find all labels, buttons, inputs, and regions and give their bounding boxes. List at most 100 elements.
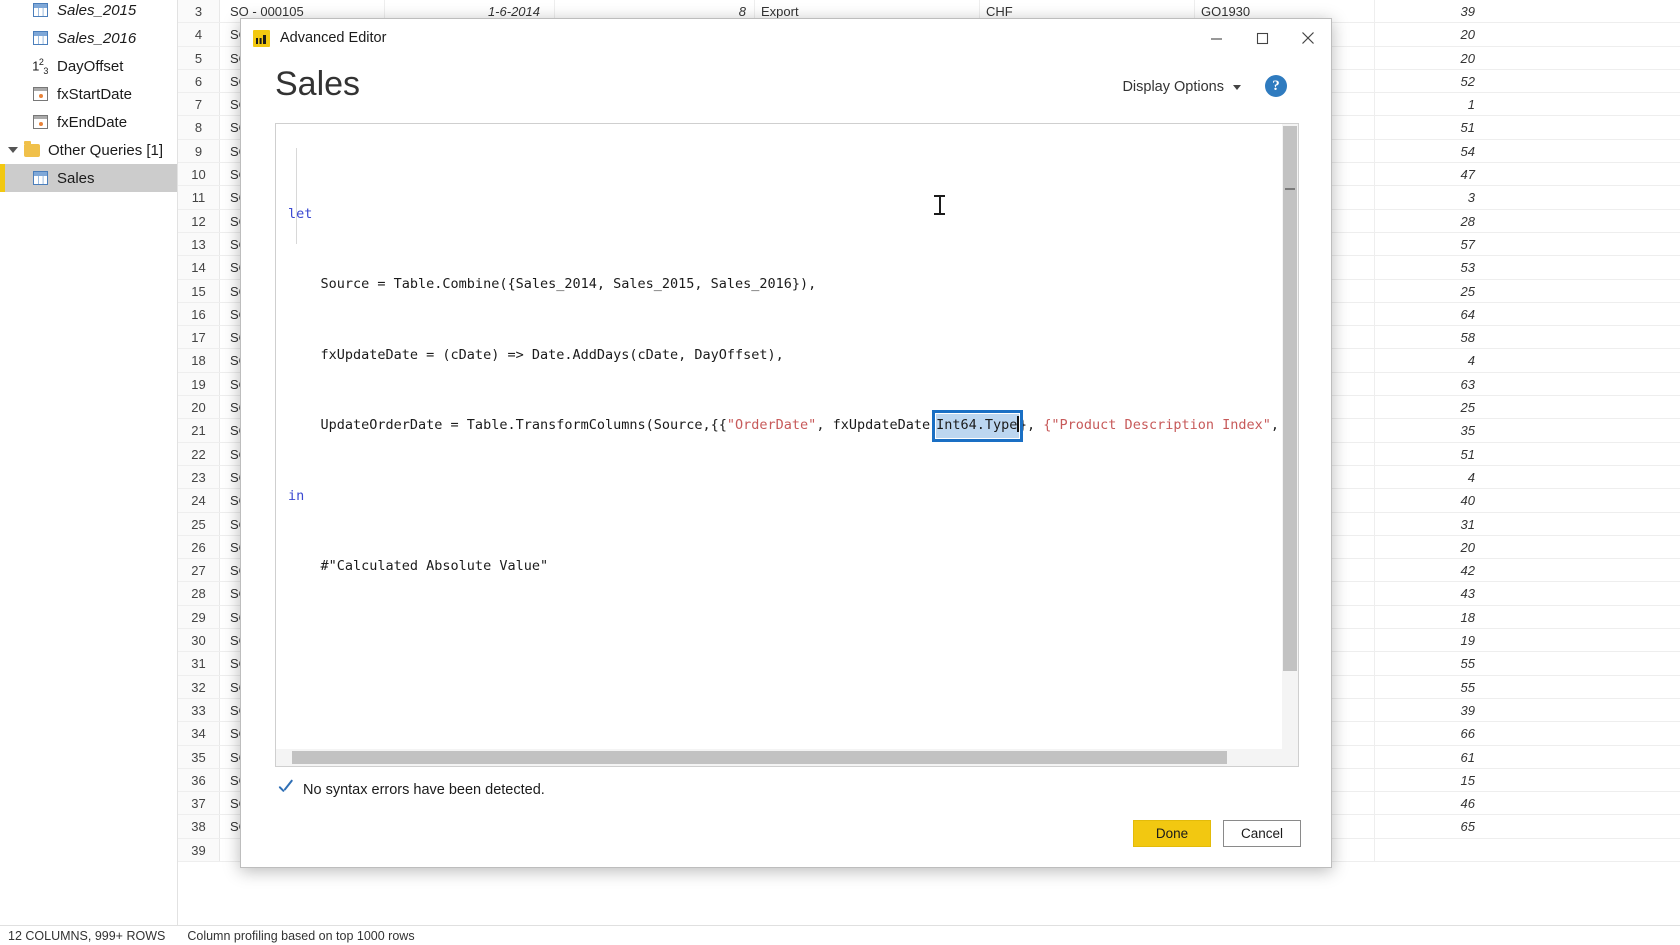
cell-index: 4 xyxy=(1467,353,1475,369)
cell-index: 3 xyxy=(1467,190,1475,206)
cell-index: 20 xyxy=(1460,50,1475,66)
selected-token-text: Int64.Type xyxy=(936,417,1018,433)
display-options-label: Display Options xyxy=(1122,79,1224,95)
table-icon xyxy=(30,171,50,185)
query-item-label: Sales_2015 xyxy=(57,1,137,19)
row-index: 25 xyxy=(178,512,220,535)
done-button[interactable]: Done xyxy=(1133,820,1211,847)
cell-index: 19 xyxy=(1460,633,1475,649)
row-index: 28 xyxy=(178,582,220,605)
query-group-label: Other Queries [1] xyxy=(48,141,164,159)
editor-horizontal-scrollbar[interactable] xyxy=(276,749,1282,766)
cell-index: 18 xyxy=(1460,609,1475,625)
code-line-6-text: #"Calculated Absolute Value" xyxy=(288,558,549,574)
help-icon[interactable]: ? xyxy=(1265,75,1287,97)
cell-index: 53 xyxy=(1460,260,1475,276)
selected-token-int64type[interactable]: Int64.Type xyxy=(932,410,1023,442)
cell-index: 58 xyxy=(1460,330,1475,346)
query-item-fxenddate[interactable]: fxEndDate xyxy=(0,108,177,136)
row-index: 26 xyxy=(178,535,220,559)
query-item-sales[interactable]: Sales xyxy=(0,164,177,192)
cell-index xyxy=(1375,839,1515,861)
cell-index: 15 xyxy=(1460,772,1475,788)
query-item-sales-2015[interactable]: Sales_2015 xyxy=(0,0,177,24)
row-index: 11 xyxy=(178,186,220,209)
row-index: 14 xyxy=(178,256,220,279)
cell-index: 55 xyxy=(1460,656,1475,672)
query-group-other-queries[interactable]: Other Queries [1] xyxy=(0,136,177,164)
code-line-3-text: fxUpdateDate = (cDate) => Date.AddDays(c… xyxy=(288,346,784,363)
cell-index: 40 xyxy=(1460,493,1475,509)
row-index: 39 xyxy=(178,838,220,861)
code-text[interactable]: let Source = Table.Combine({Sales_2014, … xyxy=(276,124,1282,749)
queries-pane: Sales_2015 Sales_2016 123 DayOffset fxSt… xyxy=(0,0,178,925)
row-index: 6 xyxy=(178,69,220,93)
query-item-label: DayOffset xyxy=(57,57,124,75)
row-index: 13 xyxy=(178,232,220,256)
code-string-product-description-index: {"Product Description Index" xyxy=(1035,417,1271,433)
row-index: 10 xyxy=(178,163,220,186)
query-item-dayoffset[interactable]: 123 DayOffset xyxy=(0,52,177,80)
query-item-fxstartdate[interactable]: fxStartDate xyxy=(0,80,177,108)
row-index: 36 xyxy=(178,768,220,792)
row-index: 9 xyxy=(178,139,220,163)
row-index: 34 xyxy=(178,722,220,745)
cell-index: 20 xyxy=(1460,27,1475,43)
cell-index: 47 xyxy=(1460,167,1475,183)
keyword-let: let xyxy=(288,205,313,222)
display-options-dropdown[interactable]: Display Options xyxy=(1122,79,1241,95)
cell-index: 57 xyxy=(1460,236,1475,252)
row-index: 3 xyxy=(178,0,220,23)
calendar-function-icon xyxy=(30,115,50,129)
code-line-6: #"Calculated Absolute Value" xyxy=(288,555,1282,579)
cell-index: 63 xyxy=(1460,376,1475,392)
cancel-button[interactable]: Cancel xyxy=(1223,820,1301,847)
horizontal-scrollbar-thumb[interactable] xyxy=(292,751,1227,764)
query-item-label: fxStartDate xyxy=(57,85,133,103)
vertical-scrollbar-thumb[interactable] xyxy=(1283,126,1297,671)
code-line-4-after-sel: }, xyxy=(1018,417,1036,433)
row-index: 37 xyxy=(178,792,220,815)
row-index: 20 xyxy=(178,396,220,419)
cell-index: 39 xyxy=(1460,4,1475,19)
code-line-5: in xyxy=(288,485,1282,509)
status-bar: 12 COLUMNS, 999+ ROWS Column profiling b… xyxy=(0,925,1680,945)
cell-index: 35 xyxy=(1460,423,1475,439)
check-icon xyxy=(277,781,294,798)
query-item-label: fxEndDate xyxy=(57,113,128,131)
code-line-1: let xyxy=(288,203,1282,227)
code-line-3: fxUpdateDate = (cDate) => Date.AddDays(c… xyxy=(288,344,1282,368)
query-item-sales-2016[interactable]: Sales_2016 xyxy=(0,24,177,52)
maximize-icon[interactable] xyxy=(1239,19,1285,57)
cell-index: 51 xyxy=(1460,446,1475,462)
cell-index: 64 xyxy=(1460,306,1475,322)
number-icon: 123 xyxy=(32,56,48,76)
chevron-down-icon xyxy=(1233,84,1241,90)
row-index: 17 xyxy=(178,326,220,349)
cell-index: 52 xyxy=(1460,73,1475,89)
dialog-titlebar[interactable]: Advanced Editor xyxy=(241,19,1331,57)
row-index: 32 xyxy=(178,675,220,698)
editor-vertical-scrollbar[interactable] xyxy=(1282,124,1298,749)
row-index: 4 xyxy=(178,23,220,46)
cell-index: 39 xyxy=(1460,702,1475,718)
power-bi-icon xyxy=(253,29,270,47)
row-index: 16 xyxy=(178,302,220,326)
collapse-triangle-icon[interactable] xyxy=(8,147,18,153)
cell-index: 1 xyxy=(1467,97,1475,113)
cell-index: 66 xyxy=(1460,726,1475,742)
cell-index: 20 xyxy=(1460,539,1475,555)
cell-index: 42 xyxy=(1460,563,1475,579)
cell-index: 25 xyxy=(1460,283,1475,299)
row-index: 23 xyxy=(178,465,220,489)
row-index: 8 xyxy=(178,116,220,139)
code-editor[interactable]: let Source = Table.Combine({Sales_2014, … xyxy=(275,123,1299,767)
cell-index: 55 xyxy=(1460,679,1475,695)
close-icon[interactable] xyxy=(1285,19,1331,57)
page-title: Sales xyxy=(275,65,361,103)
code-line-4-tail: , Number.Abs, Int64 xyxy=(1270,417,1279,433)
row-index: 38 xyxy=(178,815,220,838)
minimize-icon[interactable] xyxy=(1193,19,1239,57)
row-index: 35 xyxy=(178,745,220,768)
row-index: 27 xyxy=(178,559,220,582)
